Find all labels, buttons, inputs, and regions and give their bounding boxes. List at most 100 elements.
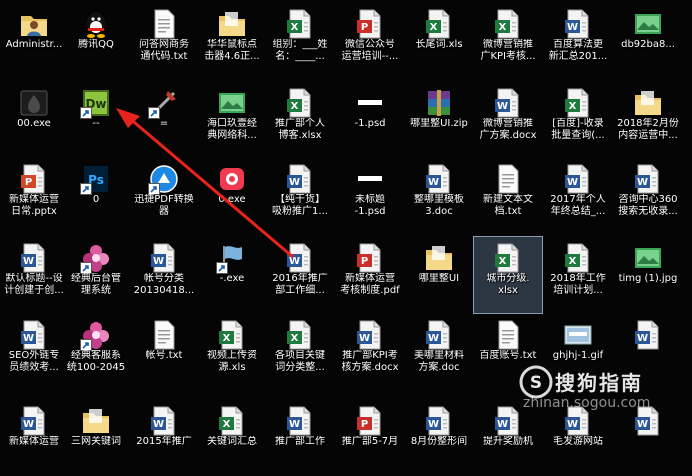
excel-icon: X (284, 319, 316, 351)
desktop-item-label: 哪里整UI.zip (410, 118, 468, 129)
desktop-item[interactable]: 未标题 -1.psd (336, 158, 404, 234)
desktop-item-label: 美哪里材料 方案.doc (414, 350, 464, 373)
desktop-item[interactable]: 海口玖壹经 典网络科... (198, 82, 266, 158)
svg-text:W: W (567, 419, 578, 430)
gif-icon (562, 319, 594, 351)
word-icon: W (354, 319, 386, 351)
desktop-item[interactable]: timg (1).jpg (614, 237, 682, 313)
desktop-item[interactable]: X 城市分级. xlsx (473, 236, 543, 314)
svg-text:W: W (497, 419, 508, 430)
desktop-item[interactable]: W 帐号分类 20130418... (130, 237, 198, 313)
desktop-item[interactable]: -.exe (198, 237, 266, 313)
svg-text:W: W (23, 333, 34, 344)
desktop-item[interactable]: W 2015年推广 (130, 400, 198, 476)
word-icon: W (18, 405, 50, 437)
desktop-item[interactable]: Dw -- (62, 82, 130, 158)
pdf-icon: P (354, 8, 386, 40)
desktop-item[interactable]: X 微博营销推 广KPI考核... (474, 3, 542, 79)
desktop-item-label: timg (1).jpg (618, 273, 678, 284)
desktop-item[interactable]: W 2017年个人 年终总结_... (544, 158, 612, 234)
desktop-item[interactable]: W 2016年推广 部工作细... (266, 237, 334, 313)
desktop-item[interactable]: X 2018年工作 培训计划... (544, 237, 612, 313)
desktop-item[interactable]: W 微博营销推 广方案.docx (474, 82, 542, 158)
svg-text:W: W (153, 256, 164, 267)
desktop-item[interactable]: 腾讯QQ (62, 3, 130, 79)
desktop-item[interactable]: X 各项目关键 词分类整... (266, 314, 334, 390)
desktop-item[interactable]: W 推广部工作 (266, 400, 334, 476)
word-icon: W (284, 163, 316, 195)
desktop-item[interactable]: Administr... (0, 3, 68, 79)
desktop-item[interactable]: W 推广部KPI考 核方案.docx (336, 314, 404, 390)
desktop-item-label: 迅捷PDF转换 器 (134, 194, 194, 217)
desktop-item[interactable]: = (130, 82, 198, 158)
desktop-item[interactable]: P 推广部5-7月 (336, 400, 404, 476)
desktop-item[interactable]: W 咨询中心360 搜索无收录... (614, 158, 682, 234)
qq-icon (80, 8, 112, 40)
desktop-item-label: 推广部5-7月 (341, 436, 399, 447)
watermark-brand: 搜狗指南 (555, 371, 643, 395)
desktop-item[interactable]: P 微信公众号 运营培训--... (336, 3, 404, 79)
desktop-item[interactable]: X 推广部个人 博客.xlsx (266, 82, 334, 158)
desktop-item-label: 新建文本文 档.txt (483, 194, 533, 217)
desktop-item[interactable]: 三网关键词 (62, 400, 130, 476)
desktop-item[interactable]: W 新媒体运营 (0, 400, 68, 476)
desktop-item[interactable]: P 新媒体运营 考核制度.pdf (336, 237, 404, 313)
desktop-item[interactable]: 哪里整UI (405, 237, 473, 313)
desktop-item[interactable]: W 默认标题--设 计创建于创... (0, 237, 68, 313)
desktop-item[interactable]: 经典客服系 统100-2045 (62, 314, 130, 390)
desktop-item[interactable]: 问答网商务 通代码.txt (130, 3, 198, 79)
desktop-item[interactable]: 帐号.txt (130, 314, 198, 390)
desktop-item[interactable]: W 整哪里模板 3.doc (405, 158, 473, 234)
svg-text:P: P (361, 22, 368, 33)
desktop-item-label: 2017年个人 年终总结_... (550, 194, 606, 217)
desktop-item[interactable]: W SEO外链专 员绩效考... (0, 314, 68, 390)
svg-text:X: X (291, 101, 299, 112)
desktop-item[interactable]: X 关键词汇总 (198, 400, 266, 476)
watermark-url: zhinan.sogou.com (523, 395, 651, 411)
desktop-item[interactable]: W 8月份整形间 (405, 400, 473, 476)
svg-text:W: W (289, 177, 300, 188)
svg-text:X: X (291, 333, 299, 344)
excel-icon: X (284, 87, 316, 119)
svg-text:X: X (223, 333, 231, 344)
svg-text:W: W (428, 333, 439, 344)
svg-text:W: W (359, 333, 370, 344)
desktop-item[interactable]: 迅捷PDF转换 器 (130, 158, 198, 234)
desktop-item[interactable]: X 长尾词.xls (405, 3, 473, 79)
desktop-item-label: 新媒体运营 日常.pptx (9, 194, 59, 217)
desktop-item-label: 问答网商务 通代码.txt (139, 39, 189, 62)
desktop-item-label: -1.psd (354, 118, 386, 129)
desktop-item[interactable]: 00.exe (0, 82, 68, 158)
desktop-item[interactable]: 新建文本文 档.txt (474, 158, 542, 234)
desktop-item[interactable]: db92ba8... (614, 3, 682, 79)
desktop-item[interactable]: 哪里整UI.zip (405, 82, 473, 158)
desktop-item-label: 微博营销推 广KPI考核... (480, 39, 536, 62)
desktop-item[interactable]: X 视频上传资 源.xls (198, 314, 266, 390)
svg-text:W: W (567, 22, 578, 33)
svg-text:W: W (428, 419, 439, 430)
desktop-item-label: 腾讯QQ (78, 39, 114, 50)
desktop-item[interactable]: W 百度算法更 新汇总201... (544, 3, 612, 79)
folder-icon (423, 242, 455, 274)
user-folder-icon (18, 8, 50, 40)
desktop-item[interactable]: W 美哪里材料 方案.doc (405, 314, 473, 390)
desktop-item[interactable]: X [百度]-收录 批量查询(... (544, 82, 612, 158)
desktop-item[interactable]: 2018年2月份 内容运营中... (614, 82, 682, 158)
desktop-item[interactable]: 华华鼠标点 击器4.6正... (198, 3, 266, 79)
svg-text:X: X (430, 22, 438, 33)
desktop-item[interactable]: P 新媒体运营 日常.pptx (0, 158, 68, 234)
word-icon: W (423, 319, 455, 351)
desktop-item-label: 8月份整形间 (410, 436, 468, 447)
desktop-item-label: 默认标题--设 计创建于创... (4, 273, 64, 296)
desktop-item-label: 百度账号.txt (479, 350, 537, 361)
desktop-item[interactable]: X 组别：___姓 名：____... (266, 3, 334, 79)
desktop-item[interactable]: -1.psd (336, 82, 404, 158)
desktop-item[interactable]: 经典后台管 理系统 (62, 237, 130, 313)
desktop-item[interactable]: 0.exe (198, 158, 266, 234)
desktop-item[interactable]: W 【纯干货】 吸粉推广1... (266, 158, 334, 234)
desktop-item-label: 未标题 -1.psd (354, 194, 386, 217)
desktop-item-label: Administr... (5, 39, 63, 50)
desktop-item[interactable]: Ps 0 (62, 158, 130, 234)
desktop-item-label: = (159, 118, 169, 129)
word-icon: W (562, 8, 594, 40)
